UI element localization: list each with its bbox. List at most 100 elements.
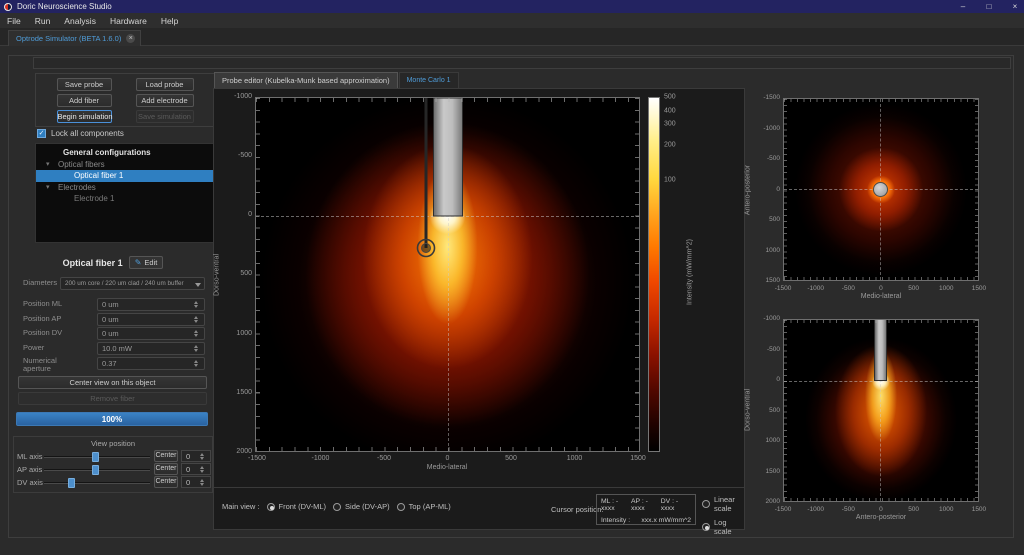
- radio-front-dv-ml[interactable]: Front (DV-ML): [267, 502, 327, 511]
- tree-item-general-configurations[interactable]: General configurations: [36, 147, 214, 159]
- radio-linear-scale[interactable]: Linear scale: [702, 495, 744, 513]
- spin-up-icon[interactable]: [194, 316, 198, 319]
- radio-icon[interactable]: [397, 503, 405, 511]
- scale-selector: Linear scale Log scale: [702, 495, 744, 536]
- tick-label: -1000: [304, 455, 338, 462]
- slider-handle[interactable]: [92, 452, 99, 462]
- dv-center-button[interactable]: Center: [154, 476, 178, 488]
- tick-label: 1000: [224, 329, 252, 339]
- probe-overlay: [256, 98, 639, 451]
- menu-bar: File Run Analysis Hardware Help: [0, 13, 1024, 28]
- tick-label: -500: [224, 151, 252, 161]
- ml-value-spinbox[interactable]: 0: [181, 450, 211, 462]
- tab-close-icon[interactable]: ×: [126, 34, 135, 43]
- minimize-icon[interactable]: –: [958, 2, 968, 11]
- ap-value-spinbox[interactable]: 0: [181, 463, 211, 475]
- radio-top-ap-ml[interactable]: Top (AP-ML): [397, 502, 451, 511]
- radio-icon[interactable]: [267, 503, 275, 511]
- ap-center-button[interactable]: Center: [154, 463, 178, 475]
- spin-down-icon[interactable]: [194, 334, 198, 337]
- tick-label: -500: [836, 285, 860, 292]
- view-position-title: View position: [14, 439, 212, 448]
- title-bar[interactable]: Doric Neuroscience Studio – □ ×: [0, 0, 1024, 13]
- maximize-icon[interactable]: □: [984, 2, 994, 11]
- spin-down-icon[interactable]: [194, 305, 198, 308]
- tree-item-optical-fibers[interactable]: ▾ Optical fibers: [36, 159, 214, 171]
- main-plot-y-axis-title: Dorso-ventral: [214, 254, 221, 296]
- spin-down-icon[interactable]: [194, 349, 198, 352]
- spin-down-icon[interactable]: [194, 364, 198, 367]
- spin-down-icon[interactable]: [200, 483, 204, 486]
- diameters-dropdown[interactable]: 200 um core / 220 um clad / 240 um buffe…: [60, 277, 205, 290]
- toolbar-strip: [33, 57, 1011, 69]
- selected-object-title: Optical fiber 1: [63, 258, 123, 268]
- remove-fiber-button[interactable]: Remove fiber: [18, 392, 207, 405]
- slider-handle[interactable]: [92, 465, 99, 475]
- checkbox-icon[interactable]: ✓: [37, 129, 46, 138]
- probe-actions-panel: Save probe Load probe Add fiber Add elec…: [35, 73, 215, 127]
- spin-up-icon[interactable]: [200, 453, 204, 456]
- optical-fiber-probe[interactable]: [434, 98, 463, 216]
- spin-up-icon[interactable]: [194, 345, 198, 348]
- spin-down-icon[interactable]: [194, 320, 198, 323]
- dv-value-spinbox[interactable]: 0: [181, 476, 211, 488]
- main-plot[interactable]: [255, 97, 640, 452]
- spin-up-icon[interactable]: [194, 330, 198, 333]
- tab-monte-carlo-1[interactable]: Monte Carlo 1: [399, 72, 459, 88]
- tick-label: 1500: [754, 467, 780, 477]
- dv-axis-slider[interactable]: [44, 482, 150, 484]
- center-view-button[interactable]: Center view on this object: [18, 376, 207, 389]
- radio-side-dv-ap[interactable]: Side (DV-AP): [333, 502, 390, 511]
- menu-run[interactable]: Run: [35, 16, 51, 26]
- position-ap-spinbox[interactable]: 0 um: [97, 313, 205, 326]
- spin-up-icon[interactable]: [200, 479, 204, 482]
- electrode-tip-marker-inner: [422, 244, 431, 253]
- add-fiber-button[interactable]: Add fiber: [57, 94, 112, 107]
- add-electrode-button[interactable]: Add electrode: [136, 94, 194, 107]
- tick-label: 1000: [934, 506, 958, 513]
- tree-expand-icon[interactable]: ▾: [46, 182, 50, 194]
- ap-axis-row: AP axis Center 0: [14, 463, 214, 475]
- menu-file[interactable]: File: [7, 16, 21, 26]
- ml-axis-slider[interactable]: [44, 456, 150, 458]
- tree-item-optical-fiber-1[interactable]: Optical fiber 1: [36, 170, 214, 182]
- spin-up-icon[interactable]: [200, 466, 204, 469]
- radio-icon[interactable]: [702, 500, 710, 508]
- load-probe-button[interactable]: Load probe: [136, 78, 194, 91]
- main-plot-x-ticks: -1500 -1000 -500 0 500 1000 1500: [240, 455, 655, 462]
- lock-all-components-row[interactable]: ✓ Lock all components: [37, 129, 124, 138]
- close-icon[interactable]: ×: [1010, 2, 1020, 11]
- spin-down-icon[interactable]: [200, 457, 204, 460]
- ap-axis-slider[interactable]: [44, 469, 150, 471]
- position-dv-spinbox[interactable]: 0 um: [97, 327, 205, 340]
- tree-item-electrode-1[interactable]: Electrode 1: [36, 193, 214, 205]
- edit-button[interactable]: ✎ Edit: [129, 256, 164, 269]
- tree-expand-icon[interactable]: ▾: [46, 159, 50, 171]
- tick-label: 0: [754, 185, 780, 195]
- radio-log-scale[interactable]: Log scale: [702, 518, 744, 536]
- begin-simulation-button[interactable]: Begin simulation: [57, 110, 112, 123]
- spin-up-icon[interactable]: [194, 301, 198, 304]
- tick-label: 500: [224, 269, 252, 279]
- tree-item-electrodes[interactable]: ▾ Electrodes: [36, 182, 214, 194]
- cursor-ml-value: ML : -xxxx: [601, 498, 631, 512]
- position-ml-spinbox[interactable]: 0 um: [97, 298, 205, 311]
- tab-probe-editor[interactable]: Probe editor (Kubelka-Munk based approxi…: [214, 72, 398, 88]
- menu-hardware[interactable]: Hardware: [110, 16, 147, 26]
- side-view-plot[interactable]: [783, 319, 979, 502]
- menu-analysis[interactable]: Analysis: [64, 16, 96, 26]
- tab-optrode-simulator[interactable]: Optrode Simulator (BETA 1.6.0) ×: [8, 30, 141, 46]
- top-view-plot[interactable]: [783, 98, 979, 281]
- radio-icon[interactable]: [702, 523, 710, 531]
- power-spinbox[interactable]: 10.0 mW: [97, 342, 205, 355]
- slider-handle[interactable]: [68, 478, 75, 488]
- save-simulation-button[interactable]: Save simulation: [136, 110, 194, 123]
- spin-down-icon[interactable]: [200, 470, 204, 473]
- save-probe-button[interactable]: Save probe: [57, 78, 112, 91]
- radio-icon[interactable]: [333, 503, 341, 511]
- ml-center-button[interactable]: Center: [154, 450, 178, 462]
- numerical-aperture-spinbox[interactable]: 0.37: [97, 357, 205, 370]
- menu-help[interactable]: Help: [161, 16, 178, 26]
- spin-up-icon[interactable]: [194, 360, 198, 363]
- tick-label: 500: [494, 455, 528, 462]
